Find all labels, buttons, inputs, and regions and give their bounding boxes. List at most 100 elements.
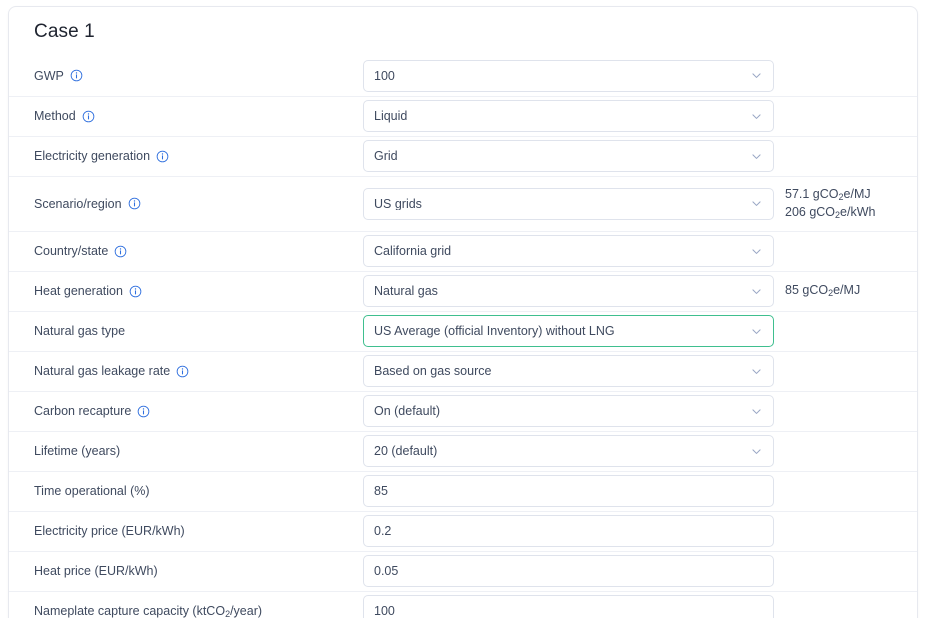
parameter-label-heat-price-eur-kwh: Heat price (EUR/kWh) [34, 563, 363, 579]
label-text: Electricity price (EUR/kWh) [34, 523, 185, 539]
chevron-down-icon[interactable] [749, 444, 763, 458]
page-title: Case 1 [9, 7, 917, 56]
field-value: Grid [374, 150, 743, 163]
parameter-row-list: GWP 100 Method Liquid Electricity generation… [9, 56, 917, 618]
field-value: Liquid [374, 110, 743, 123]
label-text: Method [34, 108, 76, 124]
chevron-down-icon[interactable] [749, 69, 763, 83]
chevron-down-icon[interactable] [749, 364, 763, 378]
parameter-label-electricity-price-eur-kwh: Electricity price (EUR/kWh) [34, 523, 363, 539]
select-lifetime-years[interactable]: 20 (default) [363, 435, 774, 467]
parameter-label-lifetime-years: Lifetime (years) [34, 443, 363, 459]
field-value: 85 [374, 485, 763, 498]
text-input-electricity-price-eur-kwh[interactable]: 0.2 [363, 515, 774, 547]
parameter-row-lifetime-years: Lifetime (years) 20 (default) [9, 431, 917, 471]
label-text: Heat price (EUR/kWh) [34, 563, 158, 579]
select-carbon-recapture[interactable]: On (default) [363, 395, 774, 427]
info-circle-icon[interactable] [114, 245, 127, 258]
select-scenario-region[interactable]: US grids [363, 188, 774, 220]
info-circle-icon[interactable] [129, 285, 142, 298]
parameter-row-country-state: Country/state California grid [9, 231, 917, 271]
field-wrapper-nameplate-capture-capacity-ktco2-year: 100 [363, 595, 774, 618]
emission-value-scenario-region: 57.1 gCO2e/MJ206 gCO2e/kWh [774, 186, 917, 222]
parameter-label-carbon-recapture: Carbon recapture [34, 403, 363, 419]
field-wrapper-time-operational: 85 [363, 475, 774, 507]
field-value: Natural gas [374, 285, 743, 298]
parameter-label-natural-gas-type: Natural gas type [34, 323, 363, 339]
field-value: 100 [374, 605, 763, 618]
field-value: US Average (official Inventory) without … [374, 325, 743, 338]
field-value: 0.2 [374, 525, 763, 538]
select-electricity-generation[interactable]: Grid [363, 140, 774, 172]
chevron-down-icon[interactable] [749, 324, 763, 338]
select-natural-gas-type[interactable]: US Average (official Inventory) without … [363, 315, 774, 347]
parameter-label-heat-generation: Heat generation [34, 283, 363, 299]
label-text: Natural gas leakage rate [34, 363, 170, 379]
label-text: Lifetime (years) [34, 443, 120, 459]
parameter-label-method: Method [34, 108, 363, 124]
field-wrapper-country-state: California grid [363, 235, 774, 267]
info-circle-icon[interactable] [137, 405, 150, 418]
parameter-label-scenario-region: Scenario/region [34, 196, 363, 212]
text-input-time-operational[interactable]: 85 [363, 475, 774, 507]
info-circle-icon[interactable] [82, 110, 95, 123]
parameter-row-natural-gas-leakage-rate: Natural gas leakage rate Based on gas sou… [9, 351, 917, 391]
parameter-label-gwp: GWP [34, 68, 363, 84]
field-wrapper-heat-price-eur-kwh: 0.05 [363, 555, 774, 587]
app-root: Case 1 GWP 100 Method Liquid Electricity gen… [0, 0, 936, 618]
parameter-label-electricity-generation: Electricity generation [34, 148, 363, 164]
chevron-down-icon[interactable] [749, 149, 763, 163]
label-text: Time operational (%) [34, 483, 150, 499]
field-wrapper-carbon-recapture: On (default) [363, 395, 774, 427]
parameter-label-country-state: Country/state [34, 243, 363, 259]
field-wrapper-natural-gas-leakage-rate: Based on gas source [363, 355, 774, 387]
select-natural-gas-leakage-rate[interactable]: Based on gas source [363, 355, 774, 387]
field-value: 20 (default) [374, 445, 743, 458]
chevron-down-icon[interactable] [749, 404, 763, 418]
info-circle-icon[interactable] [128, 197, 141, 210]
parameter-label-time-operational: Time operational (%) [34, 483, 363, 499]
parameter-row-electricity-price-eur-kwh: Electricity price (EUR/kWh) 0.2 [9, 511, 917, 551]
label-text: Country/state [34, 243, 108, 259]
parameter-label-nameplate-capture-capacity-ktco2-year: Nameplate capture capacity (ktCO2/year) [34, 603, 363, 618]
field-wrapper-heat-generation: Natural gas [363, 275, 774, 307]
chevron-down-icon[interactable] [749, 109, 763, 123]
field-value: 100 [374, 70, 743, 83]
field-wrapper-natural-gas-type: US Average (official Inventory) without … [363, 315, 774, 347]
label-text: GWP [34, 68, 64, 84]
label-text: Electricity generation [34, 148, 150, 164]
field-value: On (default) [374, 405, 743, 418]
field-wrapper-lifetime-years: 20 (default) [363, 435, 774, 467]
chevron-down-icon[interactable] [749, 197, 763, 211]
select-country-state[interactable]: California grid [363, 235, 774, 267]
parameter-label-natural-gas-leakage-rate: Natural gas leakage rate [34, 363, 363, 379]
label-text: Heat generation [34, 283, 123, 299]
emission-value-line: 85 gCO2e/MJ [785, 282, 917, 300]
parameter-row-heat-price-eur-kwh: Heat price (EUR/kWh) 0.05 [9, 551, 917, 591]
text-input-nameplate-capture-capacity-ktco2-year[interactable]: 100 [363, 595, 774, 618]
select-method[interactable]: Liquid [363, 100, 774, 132]
field-wrapper-method: Liquid [363, 100, 774, 132]
select-gwp[interactable]: 100 [363, 60, 774, 92]
info-circle-icon[interactable] [176, 365, 189, 378]
select-heat-generation[interactable]: Natural gas [363, 275, 774, 307]
field-wrapper-gwp: 100 [363, 60, 774, 92]
field-wrapper-scenario-region: US grids [363, 188, 774, 220]
chevron-down-icon[interactable] [749, 244, 763, 258]
text-input-heat-price-eur-kwh[interactable]: 0.05 [363, 555, 774, 587]
parameter-row-carbon-recapture: Carbon recapture On (default) [9, 391, 917, 431]
parameter-row-method: Method Liquid [9, 96, 917, 136]
chevron-down-icon[interactable] [749, 284, 763, 298]
field-value: Based on gas source [374, 365, 743, 378]
info-circle-icon[interactable] [70, 69, 83, 82]
field-value: 0.05 [374, 565, 763, 578]
label-text: Carbon recapture [34, 403, 131, 419]
case-card: Case 1 GWP 100 Method Liquid Electricity gen… [8, 6, 918, 618]
parameter-row-natural-gas-type: Natural gas type US Average (official Inv… [9, 311, 917, 351]
field-wrapper-electricity-price-eur-kwh: 0.2 [363, 515, 774, 547]
parameter-row-heat-generation: Heat generation Natural gas 85 gCO2e/MJ [9, 271, 917, 311]
info-circle-icon[interactable] [156, 150, 169, 163]
parameter-row-gwp: GWP 100 [9, 56, 917, 96]
emission-value-line: 206 gCO2e/kWh [785, 204, 917, 222]
field-value: US grids [374, 198, 743, 211]
